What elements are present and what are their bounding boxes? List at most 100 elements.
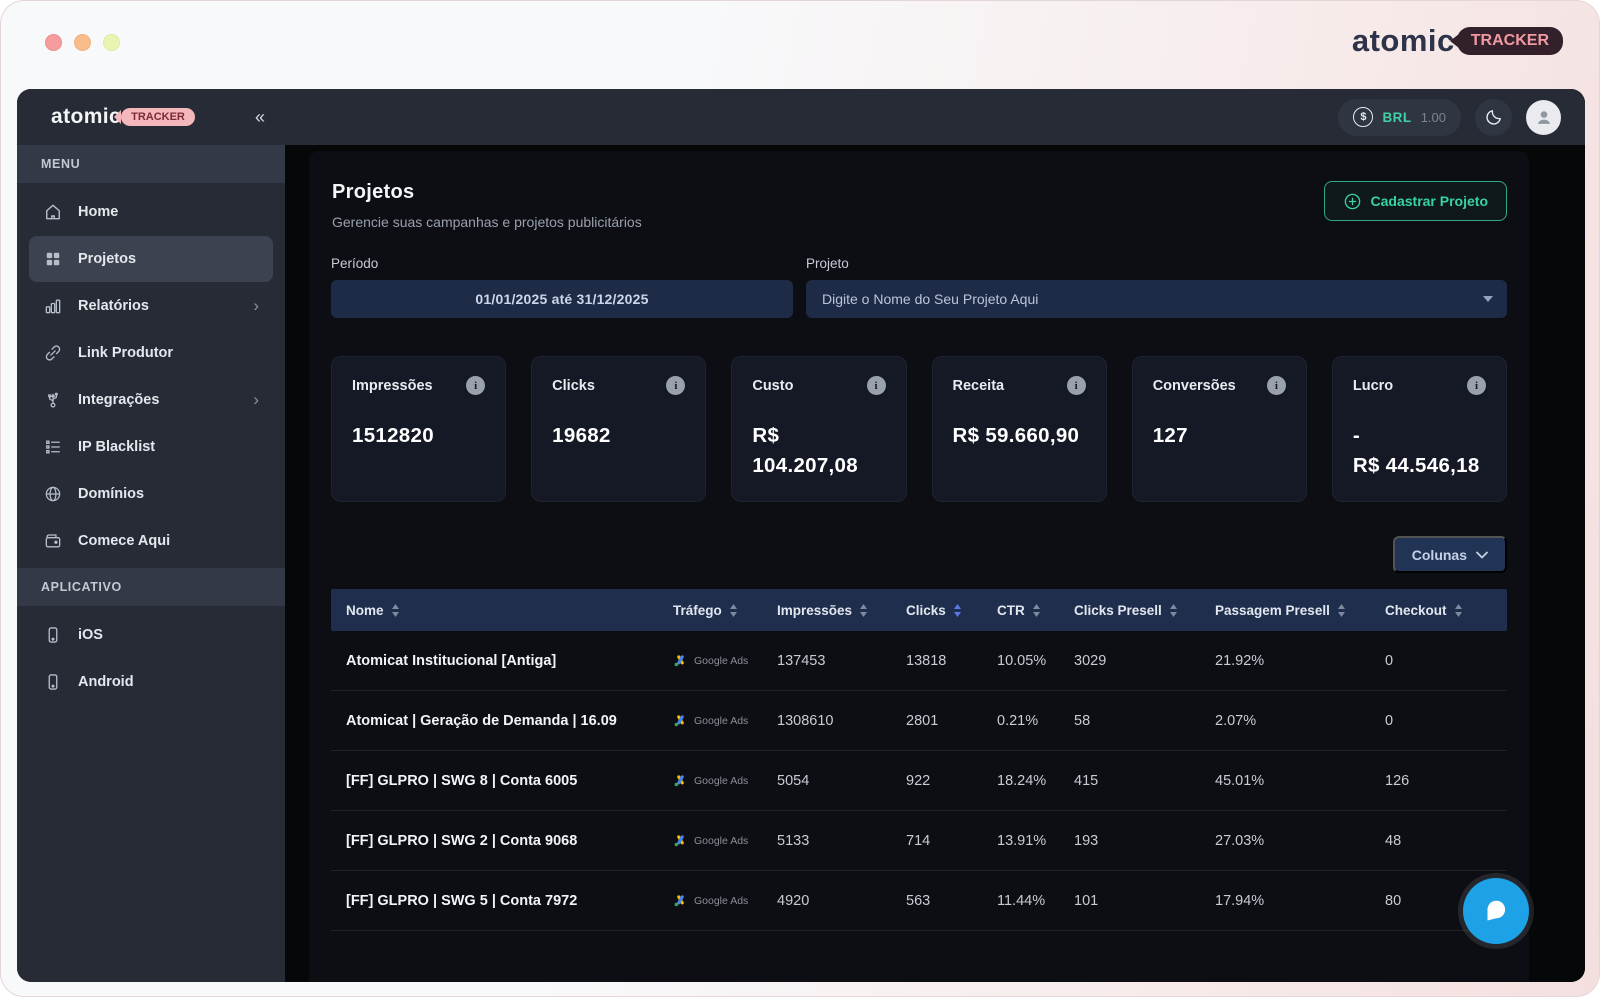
project-name: Atomicat | Geração de Demanda | 16.09: [346, 713, 673, 729]
cell-impressoes: 137453: [777, 653, 906, 669]
traffic-source: Google Ads: [673, 893, 777, 908]
table-row[interactable]: [FF] GLPRO | SWG 5 | Conta 7972 Google A…: [331, 871, 1507, 931]
sidebar-item-home[interactable]: Home: [29, 189, 273, 235]
table-row[interactable]: [FF] GLPRO | SWG 2 | Conta 9068 Google A…: [331, 811, 1507, 871]
cell-checkout: 126: [1385, 773, 1507, 789]
minimize-window-button[interactable]: [74, 34, 91, 51]
cell-passagem-presell: 2.07%: [1215, 713, 1385, 729]
sort-icon-active[interactable]: [953, 603, 962, 618]
close-window-button[interactable]: [45, 34, 62, 51]
column-header-ctr[interactable]: CTR: [997, 603, 1074, 618]
project-select[interactable]: Digite o Nome do Seu Projeto Aqui: [806, 280, 1507, 318]
sidebar-item-label: Link Produtor: [78, 345, 173, 361]
stat-label: Conversões: [1153, 378, 1236, 394]
currency-selector[interactable]: $ BRL 1.00: [1338, 99, 1461, 136]
cell-checkout: 48: [1385, 833, 1507, 849]
traffic-source-label: Google Ads: [694, 715, 748, 727]
stat-value: 1512820: [352, 421, 485, 451]
list-icon: [43, 437, 63, 457]
cell-passagem-presell: 21.92%: [1215, 653, 1385, 669]
column-header-checkout[interactable]: Checkout: [1385, 603, 1507, 618]
cell-passagem-presell: 45.01%: [1215, 773, 1385, 789]
chat-bubble-icon: [1479, 894, 1513, 928]
sidebar-item-projetos[interactable]: Projetos: [29, 236, 273, 282]
cell-passagem-presell: 17.94%: [1215, 893, 1385, 909]
cell-clicks-presell: 58: [1074, 713, 1215, 729]
dollar-circle-icon: $: [1353, 107, 1373, 127]
column-header-trafego[interactable]: Tráfego: [673, 603, 777, 618]
sidebar-item-dominios[interactable]: Domínios: [29, 471, 273, 517]
stat-value: R$ 59.660,90: [953, 421, 1086, 451]
column-header-clicks-presell[interactable]: Clicks Presell: [1074, 603, 1215, 618]
info-icon[interactable]: i: [867, 376, 886, 395]
info-icon[interactable]: i: [1067, 376, 1086, 395]
plus-circle-icon: [1343, 192, 1362, 211]
info-icon[interactable]: i: [1467, 376, 1486, 395]
period-range-input[interactable]: 01/01/2025 até 31/12/2025: [331, 280, 793, 318]
column-header-impressoes[interactable]: Impressões: [777, 603, 906, 618]
grid-icon: [43, 249, 63, 269]
stat-value: 19682: [552, 421, 685, 451]
sort-icon[interactable]: [1169, 603, 1178, 618]
column-header-passagem-presell[interactable]: Passagem Presell: [1215, 603, 1385, 618]
table-row[interactable]: Atomicat Institucional [Antiga] Google A…: [331, 631, 1507, 691]
sort-icon[interactable]: [729, 603, 738, 618]
sidebar-item-comece-aqui[interactable]: Comece Aqui: [29, 518, 273, 564]
filters-row: Período 01/01/2025 até 31/12/2025 Projet…: [331, 256, 1507, 318]
google-ads-icon: [673, 653, 688, 668]
columns-button-label: Colunas: [1412, 547, 1467, 563]
sidebar-section-menu-label: MENU: [17, 145, 285, 183]
phone-icon: [43, 625, 63, 645]
stat-label: Custo: [752, 378, 793, 394]
traffic-source-label: Google Ads: [694, 835, 748, 847]
table-row[interactable]: Atomicat | Geração de Demanda | 16.09 Go…: [331, 691, 1507, 751]
sidebar-item-integracoes[interactable]: Integrações ›: [29, 377, 273, 423]
info-icon[interactable]: i: [666, 376, 685, 395]
sidebar-collapse-icon[interactable]: «: [255, 108, 265, 126]
sort-icon[interactable]: [1032, 603, 1041, 618]
project-label: Projeto: [806, 256, 1507, 271]
brand-logo: atomic TRACKER: [1352, 23, 1563, 59]
cell-clicks-presell: 193: [1074, 833, 1215, 849]
table-header-row: Nome Tráfego Impressões Clicks CTR Click…: [331, 589, 1507, 631]
link-icon: [43, 343, 63, 363]
user-avatar[interactable]: [1526, 100, 1561, 135]
zoom-window-button[interactable]: [103, 34, 120, 51]
cell-passagem-presell: 27.03%: [1215, 833, 1385, 849]
info-icon[interactable]: i: [466, 376, 485, 395]
add-project-button[interactable]: Cadastrar Projeto: [1324, 181, 1507, 221]
chat-widget-button[interactable]: [1463, 878, 1529, 944]
sidebar-header: atomic TRACKER «: [17, 89, 285, 145]
info-icon[interactable]: i: [1267, 376, 1286, 395]
columns-button[interactable]: Colunas: [1393, 536, 1507, 573]
sidebar-item-android[interactable]: Android: [29, 659, 273, 705]
sort-icon[interactable]: [1337, 603, 1346, 618]
sort-icon[interactable]: [391, 603, 400, 618]
project-name: [FF] GLPRO | SWG 5 | Conta 7972: [346, 893, 673, 909]
column-header-nome[interactable]: Nome: [346, 603, 673, 618]
sidebar-item-label: Android: [78, 674, 134, 690]
stat-label: Lucro: [1353, 378, 1393, 394]
page-subtitle: Gerencie suas campanhas e projetos publi…: [332, 214, 642, 230]
brand-tracker-badge: TRACKER: [1457, 27, 1563, 55]
sidebar-item-ip-blacklist[interactable]: IP Blacklist: [29, 424, 273, 470]
table-row[interactable]: [FF] GLPRO | SWG 8 | Conta 6005 Google A…: [331, 751, 1507, 811]
add-project-button-label: Cadastrar Projeto: [1371, 193, 1488, 209]
sort-icon[interactable]: [1454, 603, 1463, 618]
traffic-source: Google Ads: [673, 833, 777, 848]
sort-icon[interactable]: [859, 603, 868, 618]
chevron-down-icon: [1483, 296, 1493, 302]
google-ads-icon: [673, 893, 688, 908]
theme-toggle-button[interactable]: [1475, 99, 1512, 136]
sidebar-item-label: Home: [78, 204, 118, 220]
cell-clicks: 13818: [906, 653, 997, 669]
sidebar-item-relatorios[interactable]: Relatórios ›: [29, 283, 273, 329]
currency-code: BRL: [1382, 110, 1411, 125]
traffic-source-label: Google Ads: [694, 655, 748, 667]
column-header-clicks[interactable]: Clicks: [906, 603, 997, 618]
sidebar-item-link-produtor[interactable]: Link Produtor: [29, 330, 273, 376]
cell-impressoes: 5054: [777, 773, 906, 789]
cell-clicks: 714: [906, 833, 997, 849]
google-ads-icon: [673, 773, 688, 788]
sidebar-item-ios[interactable]: iOS: [29, 612, 273, 658]
